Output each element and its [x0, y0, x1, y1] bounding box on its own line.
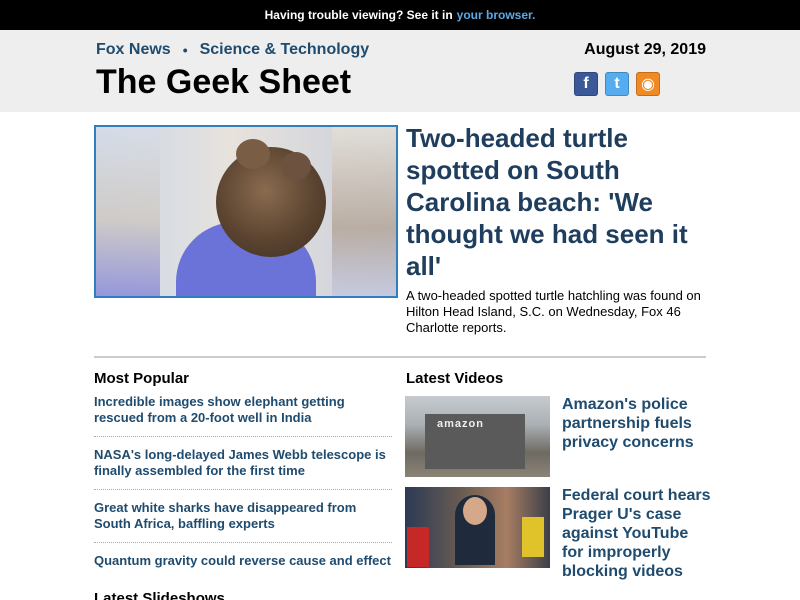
newsletter-header: Fox News • Science & Technology The Geek…: [0, 30, 800, 112]
section-link[interactable]: Science & Technology: [200, 41, 370, 59]
twitter-icon[interactable]: t: [605, 72, 629, 96]
view-in-browser-bar: Having trouble viewing? See it in your b…: [0, 0, 800, 30]
separator-dot: •: [182, 42, 188, 58]
brand-line: Fox News • Science & Technology: [96, 41, 369, 59]
issue-date: August 29, 2019: [584, 41, 706, 58]
video-thumbnail-amazon[interactable]: amazon: [405, 396, 550, 477]
video-caption-link[interactable]: Federal court hears Prager U's case agai…: [562, 486, 712, 581]
newsletter-title: The Geek Sheet: [96, 63, 352, 101]
amazon-sign: amazon: [437, 418, 484, 430]
hero-headline-link[interactable]: Two-headed turtle spotted on South Carol…: [406, 122, 716, 282]
video-caption-link[interactable]: Amazon's police partnership fuels privac…: [562, 395, 712, 452]
latest-videos-heading: Latest Videos: [406, 370, 504, 387]
rss-icon[interactable]: ◉: [636, 72, 660, 96]
popular-item[interactable]: Quantum gravity could reverse cause and …: [94, 553, 392, 579]
video-thumbnail-prager[interactable]: [405, 487, 550, 568]
latest-slideshows-heading: Latest Slideshows: [94, 590, 225, 600]
view-in-browser-text: Having trouble viewing? See it in: [264, 8, 453, 22]
social-links: f t ◉: [574, 72, 660, 96]
section-divider: [94, 356, 706, 358]
popular-item[interactable]: Incredible images show elephant getting …: [94, 394, 392, 437]
popular-item[interactable]: NASA's long-delayed James Webb telescope…: [94, 447, 392, 490]
view-in-browser-link[interactable]: your browser.: [457, 8, 536, 22]
popular-item[interactable]: Great white sharks have disappeared from…: [94, 500, 392, 543]
most-popular-heading: Most Popular: [94, 370, 190, 387]
hero-summary: A two-headed spotted turtle hatchling wa…: [406, 288, 701, 335]
hero-image-turtle[interactable]: [94, 125, 398, 298]
brand-link[interactable]: Fox News: [96, 41, 171, 59]
facebook-icon[interactable]: f: [574, 72, 598, 96]
most-popular-list: Incredible images show elephant getting …: [94, 394, 392, 589]
